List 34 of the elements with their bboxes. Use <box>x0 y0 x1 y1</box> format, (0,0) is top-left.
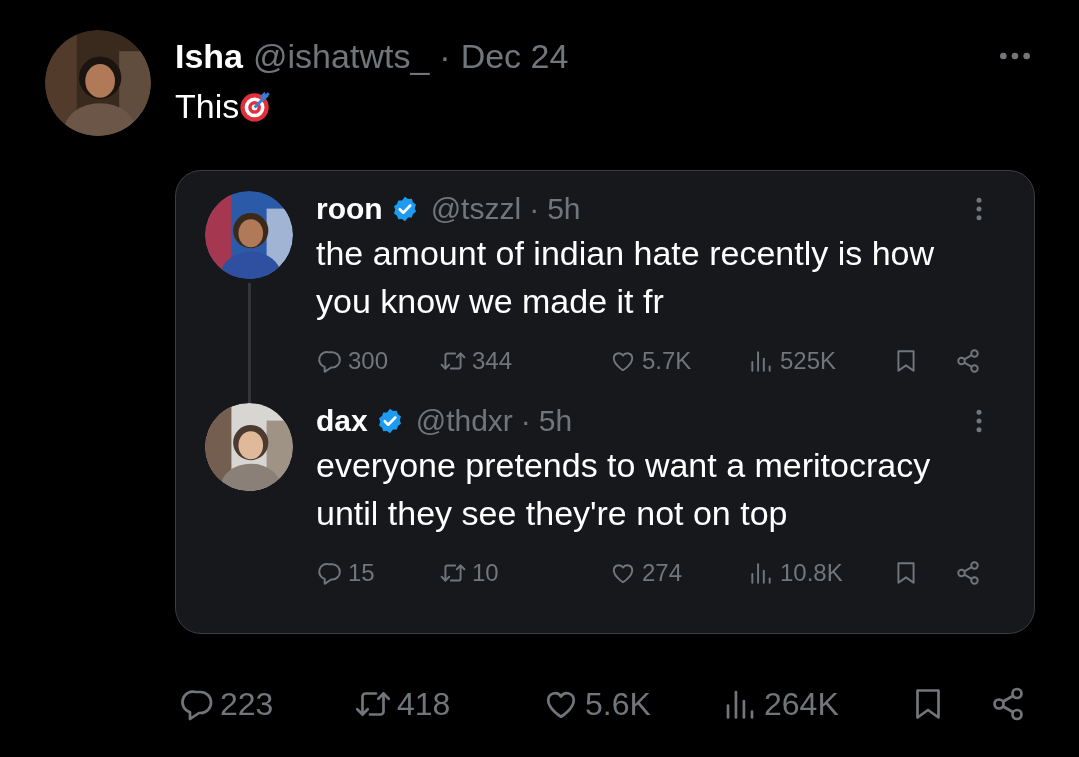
replies-count: 15 <box>348 558 375 588</box>
author-handle: @thdxr <box>415 403 513 439</box>
bar-chart-icon[interactable] <box>748 348 774 374</box>
separator: · <box>439 36 451 76</box>
post-time: 5h <box>547 191 581 227</box>
reply-icon[interactable] <box>316 348 342 374</box>
views-count: 525K <box>780 346 837 376</box>
likes-count: 274 <box>642 558 683 588</box>
separator: · <box>520 403 531 439</box>
views-count: 10.8K <box>780 558 843 588</box>
reply-icon[interactable] <box>316 560 342 586</box>
replies-count: 300 <box>348 346 389 376</box>
bar-chart-icon[interactable] <box>748 560 774 586</box>
share-icon[interactable] <box>955 348 981 374</box>
replies-count: 223 <box>220 685 274 724</box>
author-name: dax <box>316 403 368 439</box>
post-text: This <box>175 86 240 126</box>
reposts-count: 344 <box>472 346 513 376</box>
post-text: the amount of indian hate recently is how you know we made it fr <box>316 233 936 322</box>
separator: · <box>529 191 540 227</box>
likes-count: 5.7K <box>642 346 692 376</box>
post-time: 5h <box>538 403 573 439</box>
likes-count: 5.6K <box>585 685 651 724</box>
share-icon[interactable] <box>990 686 1026 722</box>
author-handle: @tszzl <box>430 191 522 227</box>
author-handle: @ishatwts_ <box>253 36 430 76</box>
author-name: roon <box>316 191 383 227</box>
views-count: 264K <box>764 685 839 724</box>
reposts-count: 10 <box>472 558 499 588</box>
reposts-count: 418 <box>397 685 451 724</box>
author-name: Isha <box>175 36 244 76</box>
post-text: everyone pretends to want a meritocracy until they see they're not on top <box>316 445 932 534</box>
share-icon[interactable] <box>955 560 981 586</box>
post-time: Dec 24 <box>460 36 569 76</box>
